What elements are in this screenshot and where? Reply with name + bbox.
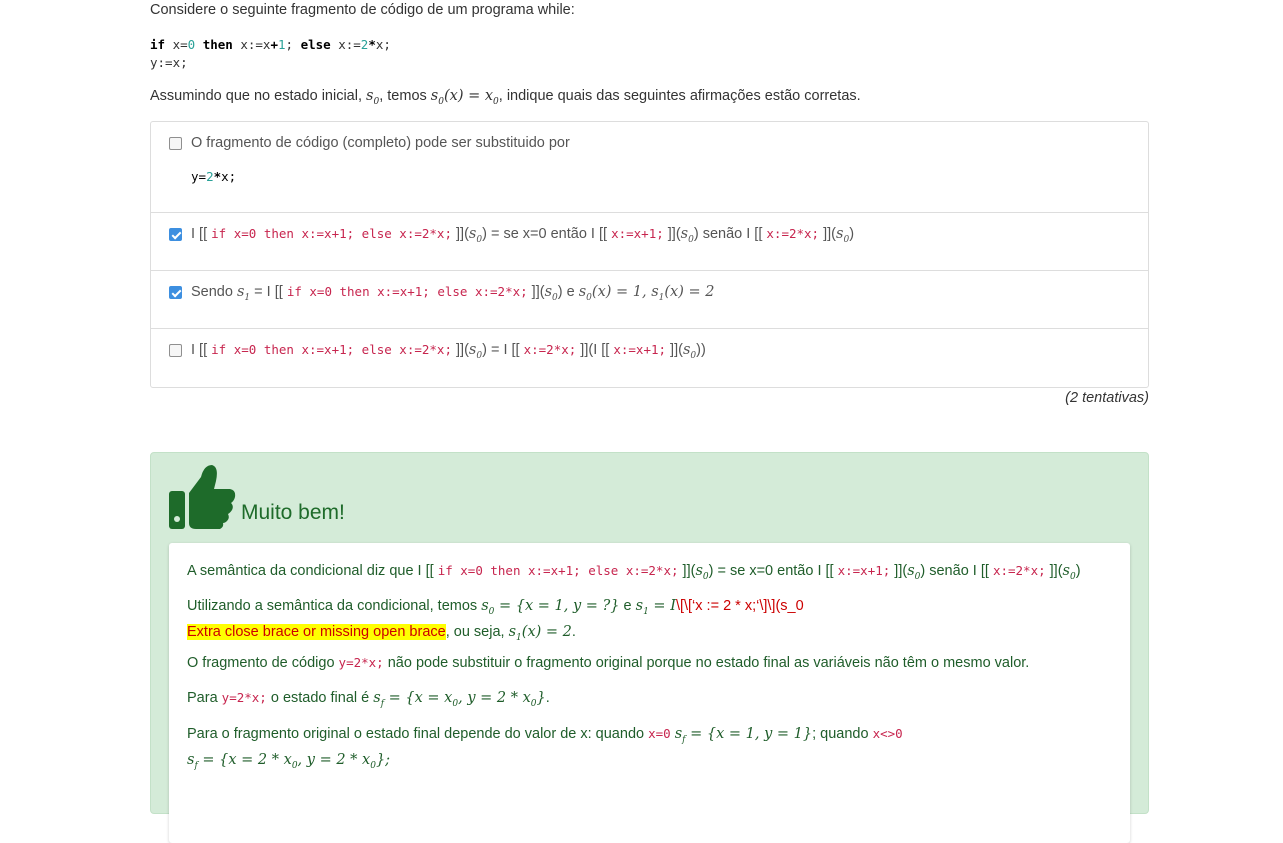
feedback-paragraph-4: Para y=2*x; o estado final é sf = {x = x… bbox=[187, 690, 550, 709]
option-2[interactable]: I [[ if x=0 then x:=x+1; else x:=2*x; ]]… bbox=[151, 213, 1148, 271]
code-fragment: if x=0 then x:=x+1; else x:=2*x; y:=x; bbox=[150, 36, 391, 72]
option-4[interactable]: I [[ if x=0 then x:=x+1; else x:=2*x; ]]… bbox=[151, 329, 1148, 387]
option-3-checkbox[interactable] bbox=[169, 286, 182, 299]
thumbs-up-icon bbox=[169, 465, 236, 529]
question-assumption: Assumindo que no estado inicial, s0, tem… bbox=[150, 88, 861, 107]
feedback-paragraph-1: A semântica da condicional diz que I [[ … bbox=[187, 563, 1081, 582]
option-4-text: I [[ if x=0 then x:=x+1; else x:=2*x; ]]… bbox=[191, 342, 706, 361]
options-list: O fragmento de código (completo) pode se… bbox=[150, 121, 1149, 388]
option-2-text: I [[ if x=0 then x:=x+1; else x:=2*x; ]]… bbox=[191, 226, 855, 245]
code-line-2: y:=x; bbox=[150, 55, 188, 70]
feedback-panel: Muito bem! A semântica da condicional di… bbox=[150, 452, 1149, 843]
option-1-text: O fragmento de código (completo) pode se… bbox=[191, 135, 570, 151]
option-3[interactable]: Sendo s1 = I [[ if x=0 then x:=x+1; else… bbox=[151, 271, 1148, 329]
option-4-checkbox[interactable] bbox=[169, 344, 182, 357]
option-1-checkbox[interactable] bbox=[169, 137, 182, 150]
feedback-body: A semântica da condicional diz que I [[ … bbox=[169, 543, 1130, 843]
feedback-paragraph-5: Para o fragmento original o estado final… bbox=[187, 726, 903, 771]
option-1[interactable]: O fragmento de código (completo) pode se… bbox=[151, 122, 1148, 213]
option-1-code: y=2*x; bbox=[191, 169, 237, 184]
code-line-1: if x=0 then x:=x+1; else x:=2*x; bbox=[150, 37, 391, 52]
latex-error: Extra close brace or missing open brace bbox=[187, 623, 446, 640]
feedback-title: Muito bem! bbox=[241, 501, 345, 524]
feedback-paragraph-2: Utilizando a semântica da condicional, t… bbox=[187, 598, 804, 643]
option-2-checkbox[interactable] bbox=[169, 228, 182, 241]
option-3-text: Sendo s1 = I [[ if x=0 then x:=x+1; else… bbox=[191, 284, 715, 303]
question-intro: Considere o seguinte fragmento de código… bbox=[150, 2, 575, 18]
attempts-counter: (2 tentativas) bbox=[1065, 390, 1149, 406]
feedback-paragraph-3: O fragmento de código y=2*x; não pode su… bbox=[187, 655, 1030, 671]
